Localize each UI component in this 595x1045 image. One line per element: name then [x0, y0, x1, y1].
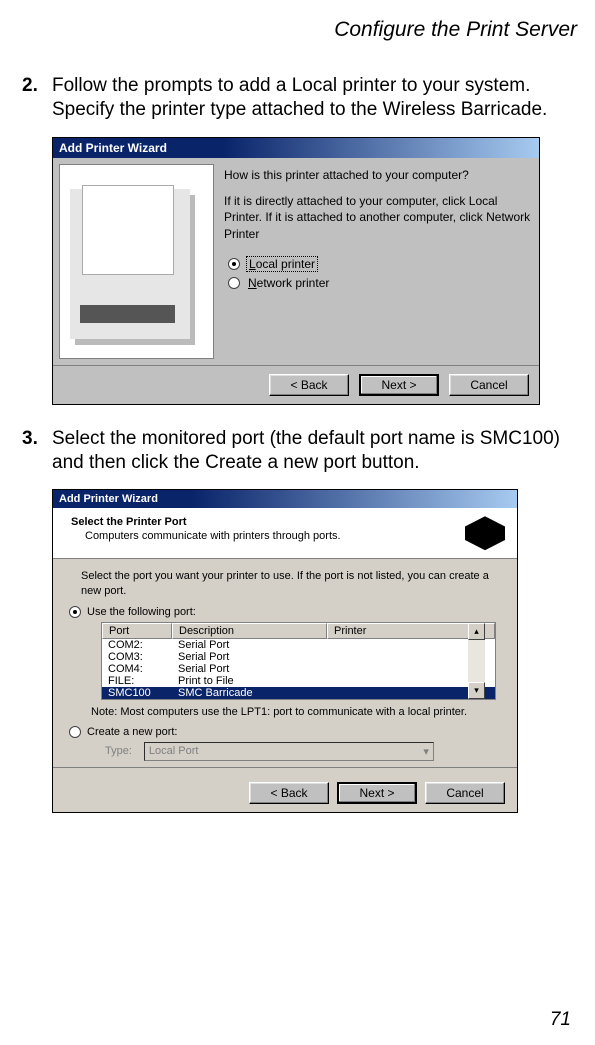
next-button[interactable]: Next >	[337, 782, 417, 804]
add-printer-wizard-1: Add Printer Wizard How is this printer a…	[52, 137, 540, 405]
port-row[interactable]: FILE:Print to File	[102, 675, 495, 687]
scroll-up-icon[interactable]: ▴	[468, 623, 485, 640]
option-use-following-port[interactable]: Use the following port:	[69, 606, 497, 618]
cell-port: COM2:	[102, 639, 172, 651]
cell-desc: Serial Port	[172, 663, 327, 675]
step-text: Select the monitored port (the default p…	[52, 427, 577, 476]
port-row[interactable]: COM3:Serial Port	[102, 651, 495, 663]
back-button[interactable]: < Back	[249, 782, 329, 804]
window-title: Add Printer Wizard	[53, 138, 539, 158]
page-number: 71	[550, 1009, 571, 1031]
cell-port: SMC100	[102, 687, 172, 699]
printer-illustration	[59, 164, 214, 359]
cell-port: COM3:	[102, 651, 172, 663]
port-note: Note: Most computers use the LPT1: port …	[91, 706, 497, 718]
option-local-printer[interactable]: Local printer	[228, 256, 533, 272]
radio-icon	[228, 277, 240, 289]
cell-desc: Serial Port	[172, 651, 327, 663]
port-row[interactable]: COM2:Serial Port	[102, 639, 495, 651]
step-number: 3.	[22, 427, 52, 476]
back-button[interactable]: < Back	[269, 374, 349, 396]
cancel-button[interactable]: Cancel	[449, 374, 529, 396]
cell-port: FILE:	[102, 675, 172, 687]
window-title: Add Printer Wizard	[53, 490, 517, 508]
wizard-subheading: Computers communicate with printers thro…	[85, 530, 465, 542]
port-row[interactable]: SMC100SMC Barricade	[102, 687, 495, 699]
add-printer-wizard-2: Add Printer Wizard Select the Printer Po…	[52, 489, 518, 813]
option-label: Local printer	[246, 256, 318, 272]
page-title: Configure the Print Server	[22, 18, 577, 42]
chevron-down-icon: ▾	[423, 745, 429, 758]
option-label: Use the following port:	[87, 606, 196, 618]
next-button[interactable]: Next >	[359, 374, 439, 396]
type-label: Type:	[105, 745, 132, 757]
step-3: 3. Select the monitored port (the defaul…	[22, 427, 577, 476]
wizard-heading: Select the Printer Port	[71, 516, 465, 528]
option-label: Create a new port:	[87, 726, 178, 738]
step-text: Follow the prompts to add a Local printe…	[52, 74, 577, 123]
cell-desc: SMC Barricade	[172, 687, 327, 699]
cell-port: COM4:	[102, 663, 172, 675]
scroll-down-icon[interactable]: ▾	[468, 682, 485, 699]
option-create-new-port[interactable]: Create a new port:	[69, 726, 497, 738]
type-select: Local Port ▾	[144, 742, 434, 761]
cell-desc: Print to File	[172, 675, 327, 687]
type-value: Local Port	[149, 745, 199, 758]
printer-port-icon	[465, 516, 505, 550]
scroll-track[interactable]	[468, 640, 485, 682]
cell-desc: Serial Port	[172, 639, 327, 651]
step-number: 2.	[22, 74, 52, 123]
option-label: Network printer	[246, 276, 331, 290]
radio-icon	[69, 606, 81, 618]
radio-icon	[228, 258, 240, 270]
port-row[interactable]: COM4:Serial Port	[102, 663, 495, 675]
option-network-printer[interactable]: Network printer	[228, 276, 533, 290]
col-port: Port	[102, 623, 172, 639]
radio-icon	[69, 726, 81, 738]
wizard-subtext: If it is directly attached to your compu…	[224, 193, 533, 242]
wizard-prompt: Select the port you want your printer to…	[81, 569, 497, 598]
port-list-header: Port Description Printer	[102, 623, 495, 639]
col-description: Description	[172, 623, 327, 639]
cancel-button[interactable]: Cancel	[425, 782, 505, 804]
port-list[interactable]: Port Description Printer COM2:Serial Por…	[101, 622, 496, 700]
wizard-question: How is this printer attached to your com…	[224, 168, 533, 184]
step-2: 2. Follow the prompts to add a Local pri…	[22, 74, 577, 123]
scrollbar[interactable]: ▴ ▾	[468, 623, 485, 699]
